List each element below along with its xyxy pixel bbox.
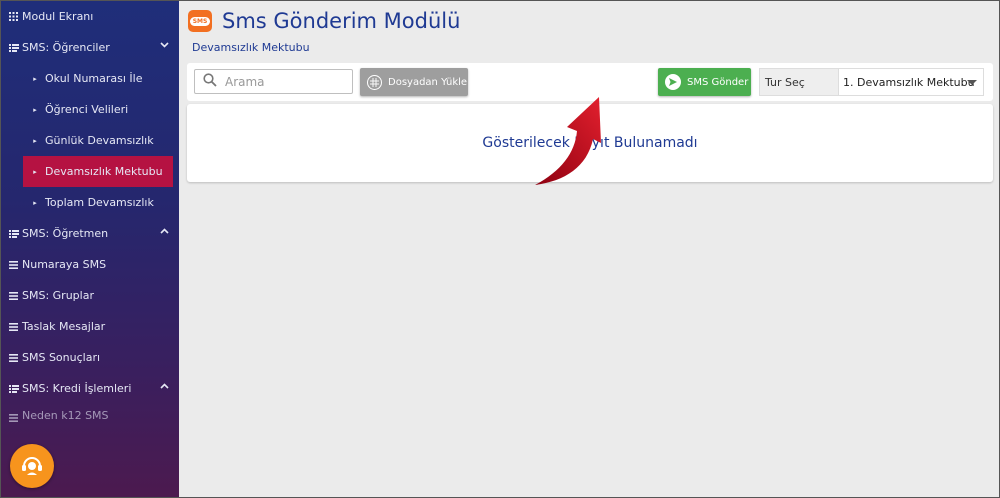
sidebar-item-numaraya-sms[interactable]: Numaraya SMS	[1, 249, 179, 280]
menu-icon	[8, 414, 19, 422]
caret-right-icon: ▸	[33, 198, 37, 207]
sidebar-item-label: SMS Sonuçları	[22, 351, 101, 364]
sidebar: Modul Ekranı SMS: Öğrenciler ▸ Okul Numa…	[1, 1, 179, 497]
grid-icon	[8, 12, 19, 21]
sidebar-item-sms-ogrenciler[interactable]: SMS: Öğrenciler	[1, 32, 179, 63]
sidebar-item-label: Toplam Devamsızlık	[45, 196, 154, 209]
sidebar-item-label: Numaraya SMS	[22, 258, 107, 271]
list-icon	[8, 229, 19, 238]
chevron-up-icon	[160, 382, 169, 392]
toolbar: Dosyadan Yükle SMS Gönder Tur Seç 1. Dev…	[187, 63, 993, 101]
search-icon	[203, 72, 217, 91]
sidebar-item-neden-k12[interactable]: Neden k12 SMS	[1, 404, 179, 422]
caret-right-icon: ▸	[33, 74, 37, 83]
sms-logo-icon: SMS	[188, 10, 212, 32]
menu-icon	[8, 322, 19, 331]
sidebar-item-modul-ekrani[interactable]: Modul Ekranı	[1, 1, 179, 32]
headset-icon	[19, 452, 45, 481]
dropdown-caret-icon	[967, 80, 977, 85]
sidebar-item-label: SMS: Gruplar	[22, 289, 94, 302]
upload-from-file-button[interactable]: Dosyadan Yükle	[360, 68, 468, 96]
sidebar-item-sms-ogretmen[interactable]: SMS: Öğretmen	[1, 218, 179, 249]
menu-icon	[8, 353, 19, 362]
sidebar-item-gunluk-devamsizlik[interactable]: ▸ Günlük Devamsızlık	[1, 125, 179, 156]
globe-icon	[367, 74, 382, 90]
page-header: SMS Sms Gönderim Modülü	[188, 9, 460, 33]
chevron-down-icon	[160, 41, 169, 51]
sidebar-item-toplam-devamsizlik[interactable]: ▸ Toplam Devamsızlık	[1, 187, 179, 218]
menu-icon	[8, 291, 19, 300]
sidebar-item-sms-gruplar[interactable]: SMS: Gruplar	[1, 280, 179, 311]
sidebar-item-label: Taslak Mesajlar	[22, 320, 106, 333]
list-icon	[8, 43, 19, 52]
sidebar-item-label: Neden k12 SMS	[22, 409, 109, 422]
sidebar-item-devamsizlik-mektubu[interactable]: ▸ Devamsızlık Mektubu	[23, 156, 173, 187]
sidebar-item-taslak-mesajlar[interactable]: Taslak Mesajlar	[1, 311, 179, 342]
search-input[interactable]	[225, 74, 343, 89]
sms-send-button[interactable]: SMS Gönder	[658, 68, 751, 96]
sidebar-item-label: SMS: Öğretmen	[22, 227, 109, 240]
chevron-up-icon	[160, 227, 169, 237]
sidebar-item-label: Öğrenci Velileri	[45, 103, 129, 116]
red-arrow-annotation-icon	[535, 97, 601, 185]
sidebar-item-label: Okul Numarası İle	[45, 72, 143, 85]
support-button[interactable]	[10, 444, 54, 488]
caret-right-icon: ▸	[33, 167, 37, 176]
main-content: SMS Sms Gönderim Modülü Devamsızlık Mekt…	[179, 1, 999, 497]
sidebar-item-sms-sonuclari[interactable]: SMS Sonuçları	[1, 342, 179, 373]
sidebar-item-okul-numarasi[interactable]: ▸ Okul Numarası İle	[1, 63, 179, 94]
caret-right-icon: ▸	[33, 136, 37, 145]
sidebar-item-kredi-islemleri[interactable]: SMS: Kredi İşlemleri	[1, 373, 179, 404]
menu-icon	[8, 260, 19, 269]
sidebar-item-label: Günlük Devamsızlık	[45, 134, 154, 147]
page-subtitle: Devamsızlık Mektubu	[192, 41, 310, 54]
sidebar-item-label: SMS: Öğrenciler	[22, 41, 110, 54]
sidebar-item-label: SMS: Kredi İşlemleri	[22, 382, 132, 395]
send-button-label: SMS Gönder	[687, 76, 749, 88]
caret-right-icon: ▸	[33, 105, 37, 114]
page-title: Sms Gönderim Modülü	[222, 9, 461, 33]
type-select[interactable]: 1. Devamsızlık Mektubu	[838, 68, 984, 96]
sidebar-item-label: Devamsızlık Mektubu	[45, 165, 163, 178]
sidebar-item-label: Modul Ekranı	[22, 10, 94, 23]
sidebar-item-ogrenci-velileri[interactable]: ▸ Öğrenci Velileri	[1, 94, 179, 125]
paper-plane-icon	[665, 74, 681, 90]
type-select-label: Tur Seç	[759, 68, 838, 96]
list-icon	[8, 384, 19, 393]
search-box	[194, 69, 353, 94]
upload-button-label: Dosyadan Yükle	[388, 76, 468, 88]
type-select-value: 1. Devamsızlık Mektubu	[843, 75, 975, 89]
